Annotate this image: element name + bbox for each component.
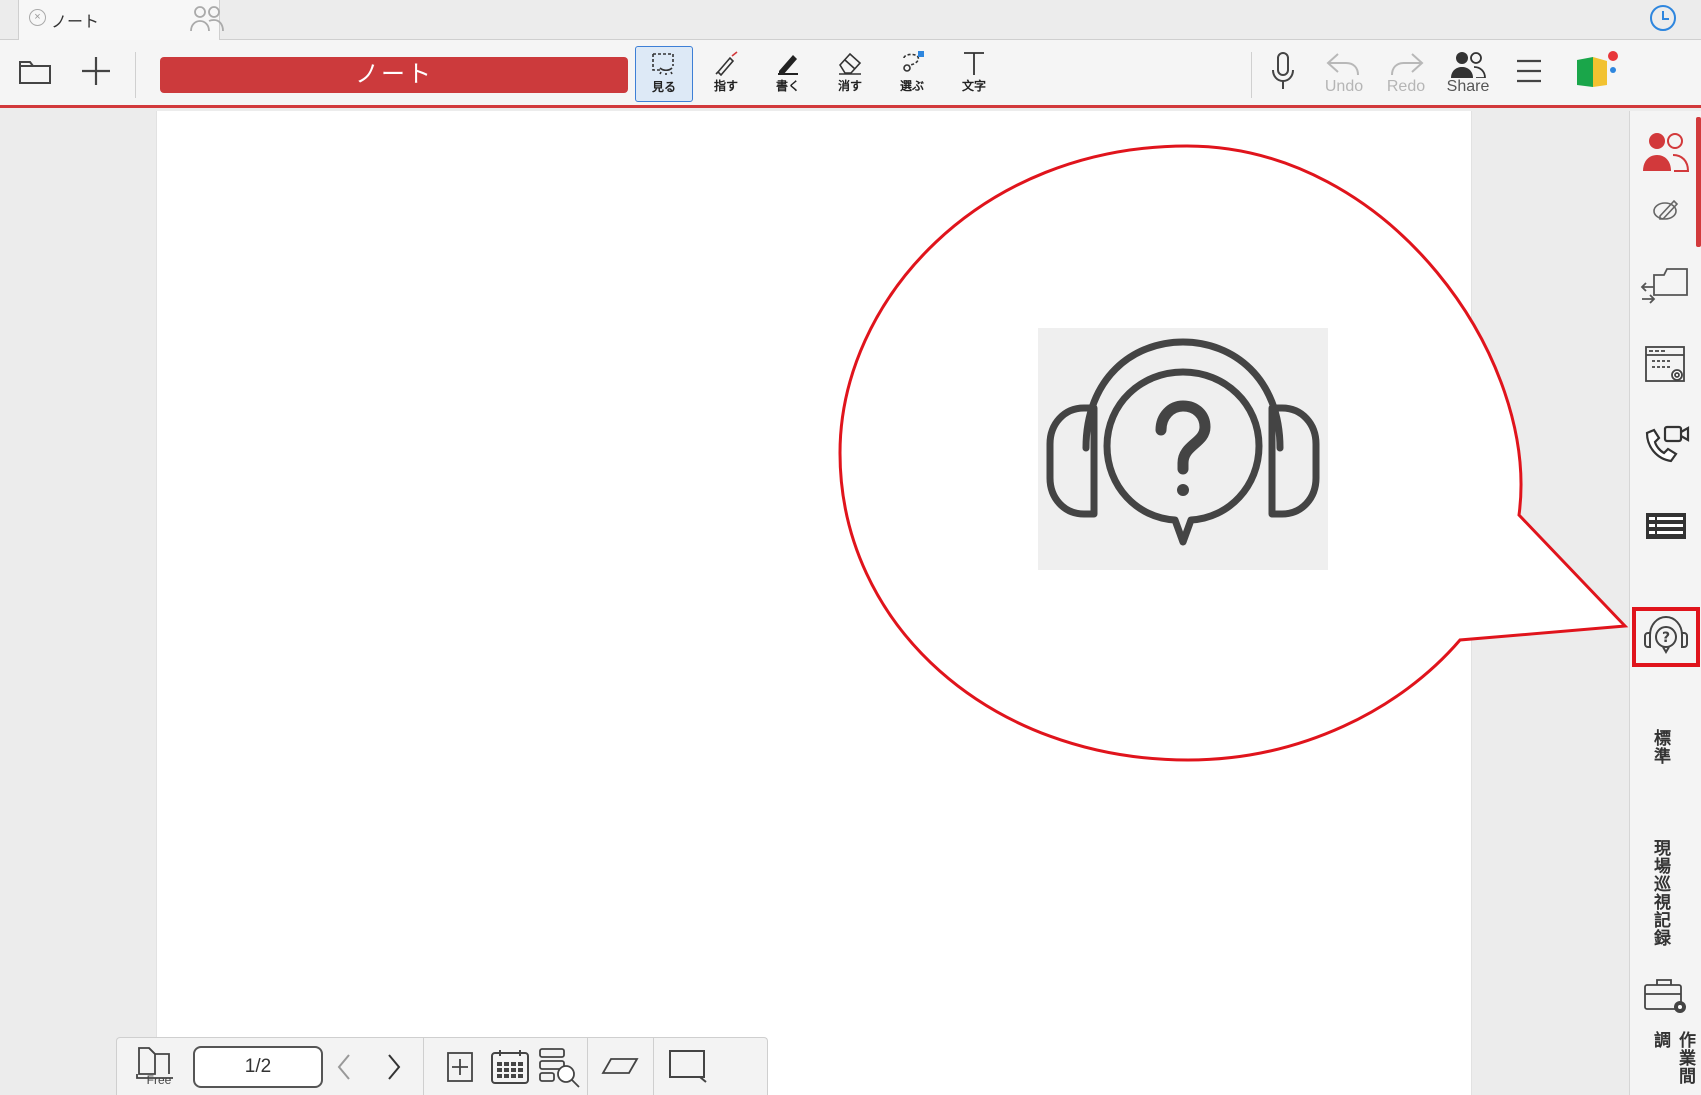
folder-transfer-icon[interactable] — [1638, 261, 1694, 317]
shared-users-icon — [189, 3, 225, 40]
next-page-icon[interactable] — [383, 1052, 403, 1087]
history-clock-icon[interactable] — [1648, 3, 1678, 38]
free-layout-button[interactable]: Free — [133, 1044, 177, 1091]
tool-point-label: 指す — [713, 79, 738, 93]
main-toolbar: ノート 見る 指す 書く 消す 選ぶ 文字 Undo Redo Share — [0, 40, 1701, 108]
help-highlight-frame — [1632, 607, 1700, 667]
tool-view-button[interactable]: 見る — [635, 46, 693, 102]
app-window: × ノート ノート 見る 指す 書く 消す 選ぶ 文字 Undo Redo Sh… — [0, 0, 1701, 1095]
tool-text-button[interactable]: 文字 — [945, 46, 1003, 102]
calendar-icon[interactable] — [489, 1048, 531, 1091]
undo-label: Undo — [1324, 78, 1364, 95]
right-sidebar: ? 標準 現場巡視記録 作業間調 — [1629, 111, 1701, 1095]
toolbox-settings-icon[interactable] — [1638, 977, 1694, 1023]
list-view-icon[interactable] — [1638, 509, 1694, 565]
page-indicator[interactable]: 1/2 — [193, 1046, 323, 1088]
redo-label: Redo — [1386, 78, 1426, 95]
tool-select-label: 選ぶ — [899, 79, 924, 93]
edit-permission-icon[interactable] — [1638, 197, 1694, 231]
page-navigation-bar: Free 1/2 — [116, 1037, 768, 1095]
close-icon[interactable]: × — [29, 9, 46, 26]
add-page-icon[interactable] — [445, 1050, 475, 1089]
page-settings-icon[interactable] — [1638, 343, 1694, 399]
search-tag-icon[interactable] — [537, 1046, 583, 1095]
tab-note[interactable]: × ノート — [18, 0, 224, 40]
template-work-coordination-label[interactable]: 作業間調 — [1648, 1031, 1698, 1095]
tab-bar: × ノート — [0, 0, 1701, 40]
participants-icon[interactable] — [1638, 129, 1694, 185]
note-title-bar[interactable]: ノート — [160, 57, 628, 93]
microphone-icon[interactable] — [1270, 50, 1296, 99]
tool-erase-button[interactable]: 消す — [821, 46, 879, 102]
tab-title: ノート — [51, 14, 100, 31]
tool-write-label: 書く — [775, 79, 800, 93]
svg-text:Free: Free — [147, 1073, 172, 1086]
tool-erase-label: 消す — [837, 79, 862, 93]
sidebar-scrollbar[interactable] — [1696, 117, 1701, 247]
template-site-patrol-label[interactable]: 現場巡視記録 — [1648, 839, 1673, 947]
help-icon-enlarged — [1038, 328, 1328, 570]
call-video-icon[interactable] — [1638, 423, 1694, 479]
note-canvas[interactable] — [156, 111, 1472, 1095]
redo-button[interactable]: Redo — [1378, 50, 1434, 96]
tool-point-button[interactable]: 指す — [697, 46, 755, 102]
shape-parallelogram-icon[interactable] — [601, 1056, 639, 1081]
folder-icon[interactable] — [18, 56, 52, 91]
app-logo-icon[interactable] — [1573, 50, 1619, 95]
tool-write-button[interactable]: 書く — [759, 46, 817, 102]
add-icon[interactable] — [80, 55, 112, 92]
tool-select-button[interactable]: 選ぶ — [883, 46, 941, 102]
undo-button[interactable]: Undo — [1316, 50, 1372, 96]
tool-text-label: 文字 — [961, 79, 986, 93]
page-frame-icon[interactable] — [667, 1048, 709, 1089]
menu-icon[interactable] — [1515, 58, 1543, 89]
share-label: Share — [1446, 78, 1490, 95]
template-standard-label[interactable]: 標準 — [1648, 729, 1673, 765]
share-button[interactable]: Share — [1440, 50, 1496, 96]
previous-page-icon[interactable] — [335, 1052, 355, 1087]
tool-view-label: 見る — [651, 80, 676, 94]
